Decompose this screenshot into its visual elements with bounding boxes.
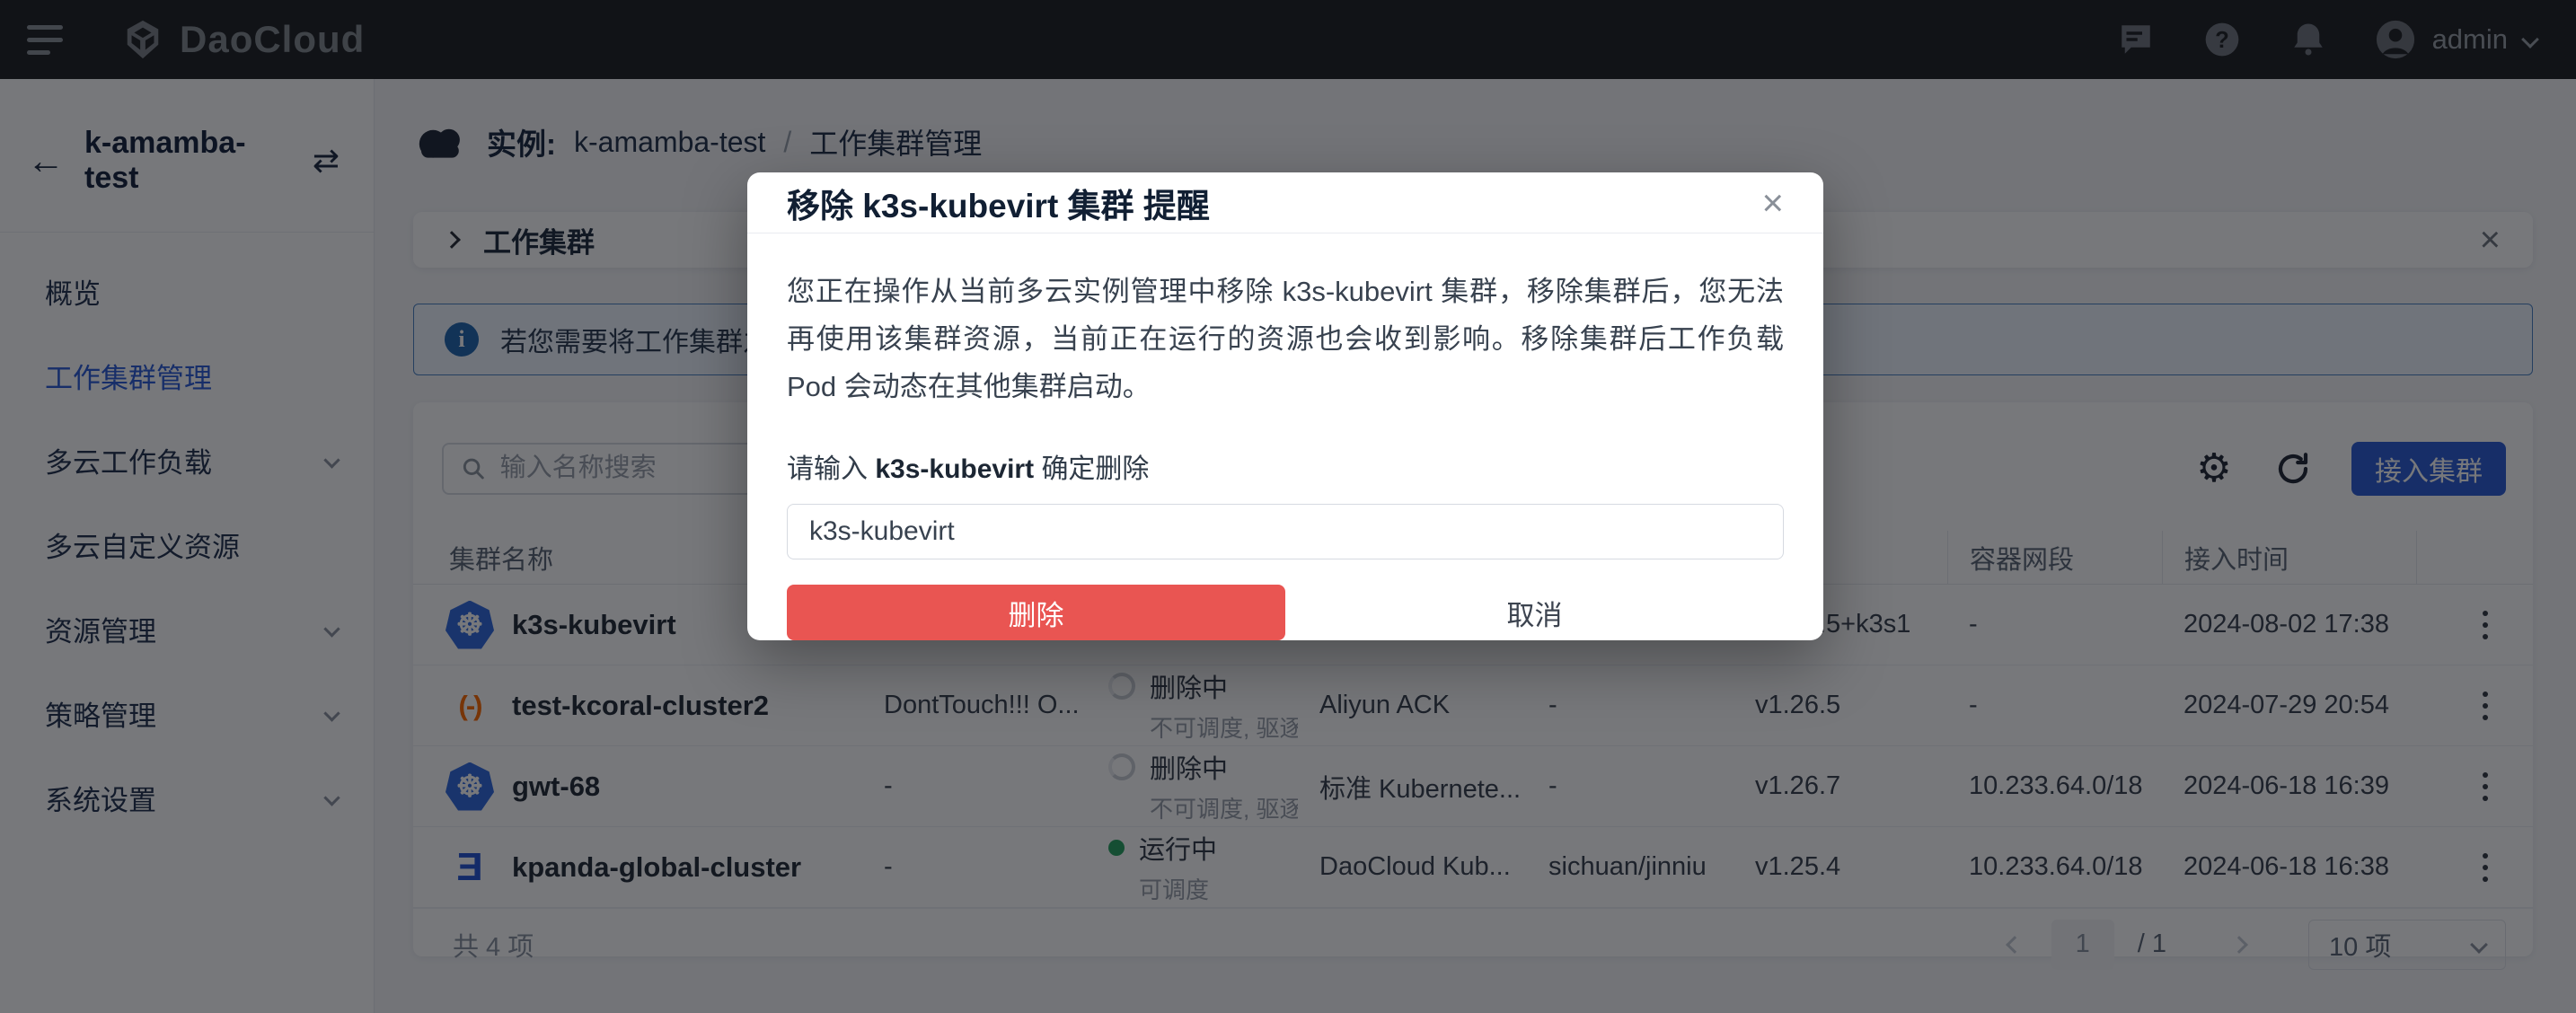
cancel-button[interactable]: 取消 — [1285, 585, 1784, 640]
remove-cluster-modal: 移除 k3s-kubevirt 集群 提醒 × 您正在操作从当前多云实例管理中移… — [747, 172, 1823, 640]
modal-close-icon[interactable]: × — [1761, 183, 1784, 222]
modal-warning-text: 您正在操作从当前多云实例管理中移除 k3s-kubevirt 集群，移除集群后，… — [787, 276, 1784, 402]
confirm-label-suffix: 确定删除 — [1041, 454, 1150, 484]
confirm-target-name: k3s-kubevirt — [875, 454, 1035, 484]
confirm-label: 请输入 k3s-kubevirt 确定删除 — [787, 446, 1784, 486]
modal-body: 您正在操作从当前多云实例管理中移除 k3s-kubevirt 集群，移除集群后，… — [747, 233, 1823, 640]
modal-title: 移除 k3s-kubevirt 集群 提醒 — [787, 187, 1210, 225]
delete-button[interactable]: 删除 — [787, 585, 1285, 640]
screen: DaoCloud ? admin ← k-amamba-test ⇄ — [0, 0, 2576, 1013]
modal-actions: 删除 取消 — [787, 585, 1784, 640]
confirm-label-prefix: 请输入 — [787, 454, 868, 484]
modal-header: 移除 k3s-kubevirt 集群 提醒 × — [747, 172, 1823, 233]
confirm-name-input[interactable] — [787, 504, 1784, 559]
